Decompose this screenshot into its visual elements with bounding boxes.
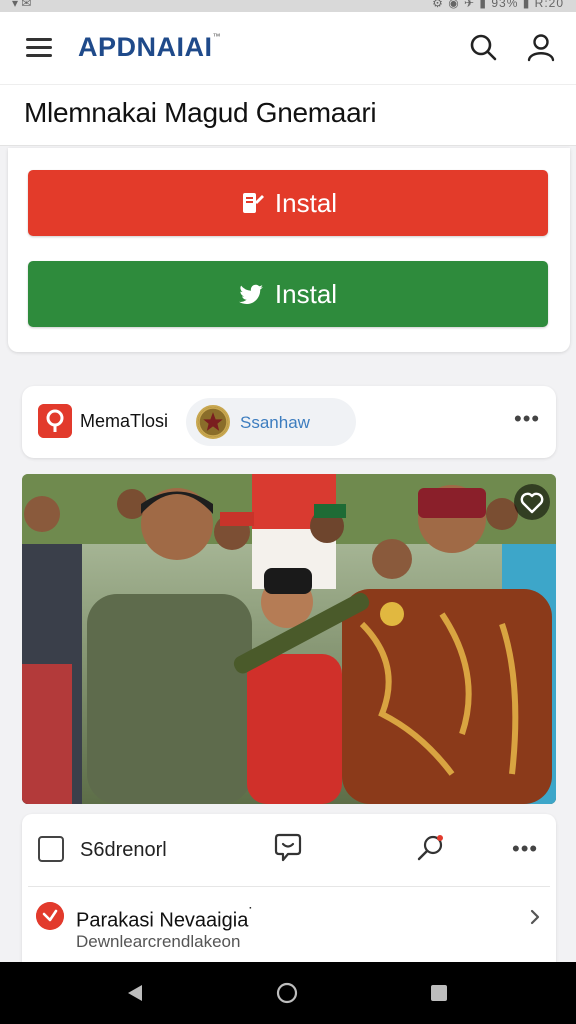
favorite-heart-icon[interactable]: [514, 484, 550, 520]
app-logo-text: APDNAIAI: [78, 32, 213, 62]
channel-chip[interactable]: Ssanhaw: [186, 398, 356, 446]
post-action-card: S6drenorl ••• Parakasi Nevaaigia˙ Dewnle…: [22, 814, 556, 974]
post-photo[interactable]: [22, 474, 556, 804]
install-button-primary[interactable]: Instal: [28, 170, 548, 236]
back-triangle-icon[interactable]: [124, 982, 146, 1004]
title-bar: Mlemnakai Magud Gnemaari: [0, 84, 576, 146]
home-circle-icon[interactable]: [276, 982, 298, 1004]
save-label[interactable]: S6drenorl: [80, 839, 167, 862]
source-name[interactable]: MemaTlosi: [80, 411, 168, 432]
status-bar-left: ▾ ✉: [12, 0, 32, 10]
install-card: Instal Instal: [8, 148, 570, 352]
search-icon[interactable]: [468, 32, 498, 62]
more-options-icon[interactable]: •••: [514, 406, 540, 432]
divider: [28, 886, 550, 887]
news-title-text: Parakasi Nevaaigia: [76, 909, 249, 932]
action-more-options-icon[interactable]: •••: [512, 836, 538, 862]
news-title: Parakasi Nevaaigia˙: [76, 904, 254, 933]
source-logo-icon[interactable]: [38, 404, 72, 438]
page-title: Mlemnakai Magud Gnemaari: [24, 97, 377, 128]
status-bar: ▾ ✉ ⚙ ◉ ✈ ▮ 93% ▮ R:20: [0, 0, 576, 12]
install-button-secondary[interactable]: Instal: [28, 261, 548, 327]
news-title-mark: ˙: [248, 904, 254, 923]
status-bar-right: ⚙ ◉ ✈ ▮ 93% ▮ R:20: [432, 0, 564, 10]
news-subtitle: Dewnlearcrendlakeon: [76, 932, 241, 951]
channel-chip-label: Ssanhaw: [240, 413, 310, 432]
ceremony-photo-image: [22, 474, 556, 804]
trademark-mark: ™: [212, 32, 222, 41]
app-bar: APDNAIAI™: [0, 12, 576, 84]
hamburger-menu-icon[interactable]: [26, 38, 54, 60]
share-icon[interactable]: [414, 832, 446, 864]
system-navigation-bar: [0, 962, 576, 1024]
recent-apps-square-icon[interactable]: [428, 982, 450, 1004]
user-profile-icon[interactable]: [526, 32, 556, 62]
comment-icon[interactable]: [272, 832, 304, 864]
app-logo[interactable]: APDNAIAI™: [78, 32, 221, 63]
chevron-right-icon: [530, 909, 540, 925]
install-button-primary-label: Instal: [274, 187, 338, 218]
save-checkbox[interactable]: [38, 836, 64, 862]
install-button-secondary-label: Instal: [274, 278, 338, 309]
source-card: MemaTlosi Ssanhaw •••: [22, 386, 556, 458]
bird-icon: [238, 284, 263, 304]
install-doc-icon: [242, 193, 264, 213]
news-source-icon: [36, 902, 64, 930]
channel-badge-icon: [196, 405, 230, 439]
